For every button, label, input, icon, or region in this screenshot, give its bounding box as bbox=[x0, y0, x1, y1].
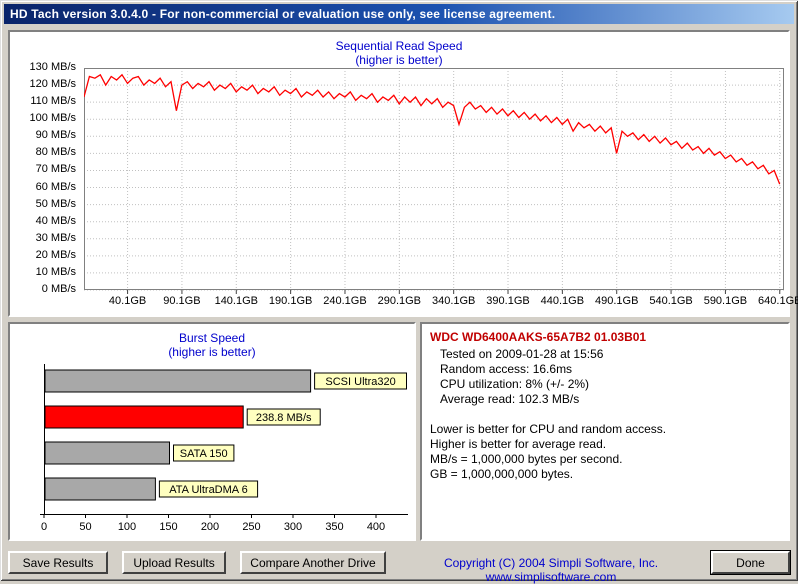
burst-chart-title: Burst Speed bbox=[10, 331, 414, 345]
titlebar[interactable]: HD Tach version 3.0.4.0 - For non-commer… bbox=[4, 4, 794, 24]
svg-text:0: 0 bbox=[41, 521, 47, 533]
seq-x-tick-label: 590.1GB bbox=[704, 295, 747, 307]
seq-y-tick-label: 90 MB/s bbox=[12, 129, 76, 141]
drive-info-panel: WDC WD6400AAKS-65A7B2 01.03B01 Tested on… bbox=[420, 322, 790, 541]
hd-tach-window: HD Tach version 3.0.4.0 - For non-commer… bbox=[0, 0, 798, 581]
drive-detail-line: Tested on 2009-01-28 at 15:56 bbox=[430, 347, 780, 362]
seq-y-tick-label: 50 MB/s bbox=[12, 198, 76, 210]
seq-x-tick-label: 190.1GB bbox=[269, 295, 312, 307]
svg-text:238.8 MB/s: 238.8 MB/s bbox=[256, 412, 312, 424]
seq-y-tick-label: 20 MB/s bbox=[12, 249, 76, 261]
seq-x-tick-label: 340.1GB bbox=[432, 295, 475, 307]
window-title: HD Tach version 3.0.4.0 - For non-commer… bbox=[10, 7, 555, 21]
svg-text:SATA 150: SATA 150 bbox=[180, 448, 228, 460]
svg-text:250: 250 bbox=[242, 521, 260, 533]
burst-speed-panel: Burst Speed (higher is better) 0 50 100 150… bbox=[8, 322, 416, 541]
seq-x-tick-label: 540.1GB bbox=[649, 295, 692, 307]
svg-text:150: 150 bbox=[159, 521, 177, 533]
drive-detail-line: CPU utilization: 8% (+/- 2%) bbox=[430, 377, 780, 392]
seq-x-tick-label: 90.1GB bbox=[163, 295, 200, 307]
svg-text:400: 400 bbox=[367, 521, 385, 533]
svg-text:300: 300 bbox=[284, 521, 302, 533]
compare-drive-button[interactable]: Compare Another Drive bbox=[240, 551, 386, 574]
seq-y-tick-label: 80 MB/s bbox=[12, 146, 76, 158]
sequential-x-axis: 40.1GB 90.1GB 140.1GB 190.1GB 240.1GB 290.1GB… bbox=[84, 295, 784, 309]
seq-y-tick-label: 130 MB/s bbox=[12, 61, 76, 73]
seq-x-tick-label: 640.1GB bbox=[758, 295, 798, 307]
seq-x-tick-label: 390.1GB bbox=[486, 295, 529, 307]
drive-model-text: WDC WD6400AAKS-65A7B2 01.03B01 bbox=[430, 330, 780, 344]
drive-detail-line: Random access: 16.6ms bbox=[430, 362, 780, 377]
seq-x-tick-label: 40.1GB bbox=[109, 295, 146, 307]
sequential-chart-title: Sequential Read Speed bbox=[10, 39, 788, 53]
seq-y-tick-label: 40 MB/s bbox=[12, 215, 76, 227]
seq-y-tick-label: 0 MB/s bbox=[12, 283, 76, 295]
upload-results-button[interactable]: Upload Results bbox=[122, 551, 226, 574]
done-button[interactable]: Done bbox=[711, 551, 790, 574]
seq-y-tick-label: 70 MB/s bbox=[12, 163, 76, 175]
seq-x-tick-label: 140.1GB bbox=[215, 295, 258, 307]
info-note-line: Lower is better for CPU and random acces… bbox=[430, 422, 780, 437]
svg-text:SCSI Ultra320: SCSI Ultra320 bbox=[325, 376, 395, 388]
info-note-line: MB/s = 1,000,000 bytes per second. bbox=[430, 452, 780, 467]
burst-speed-chart: 0 50 100 150 200 250 300 350 400 SCSI Ultra320 238… bbox=[14, 362, 414, 538]
drive-detail-line: Average read: 102.3 MB/s bbox=[430, 392, 780, 407]
sequential-y-axis: 0 MB/s 10 MB/s 20 MB/s 30 MB/s 40 MB/s 50 MB/… bbox=[12, 68, 78, 298]
seq-y-tick-label: 100 MB/s bbox=[12, 112, 76, 124]
seq-x-tick-label: 290.1GB bbox=[378, 295, 421, 307]
seq-x-tick-label: 490.1GB bbox=[595, 295, 638, 307]
seq-y-tick-label: 10 MB/s bbox=[12, 266, 76, 278]
seq-x-tick-label: 440.1GB bbox=[541, 295, 584, 307]
svg-text:200: 200 bbox=[201, 521, 219, 533]
seq-y-tick-label: 120 MB/s bbox=[12, 78, 76, 90]
sequential-read-chart bbox=[84, 68, 784, 298]
save-results-button[interactable]: Save Results bbox=[8, 551, 108, 574]
info-note-line: Higher is better for average read. bbox=[430, 437, 780, 452]
copyright-text: Copyright (C) 2004 Simpli Software, Inc.… bbox=[398, 556, 704, 584]
svg-text:ATA UltraDMA 6: ATA UltraDMA 6 bbox=[169, 484, 247, 496]
svg-text:350: 350 bbox=[325, 521, 343, 533]
drive-details: Tested on 2009-01-28 at 15:56Random acce… bbox=[430, 347, 780, 407]
burst-chart-subtitle: (higher is better) bbox=[10, 345, 414, 359]
seq-y-tick-label: 110 MB/s bbox=[12, 95, 76, 107]
seq-x-tick-label: 240.1GB bbox=[323, 295, 366, 307]
info-spacer bbox=[430, 407, 780, 422]
seq-y-tick-label: 30 MB/s bbox=[12, 232, 76, 244]
seq-y-tick-label: 60 MB/s bbox=[12, 181, 76, 193]
sequential-read-panel: Sequential Read Speed (higher is better)… bbox=[8, 30, 790, 317]
sequential-chart-subtitle: (higher is better) bbox=[10, 53, 788, 67]
svg-text:50: 50 bbox=[79, 521, 91, 533]
info-notes: Lower is better for CPU and random acces… bbox=[430, 422, 780, 482]
info-note-line: GB = 1,000,000,000 bytes. bbox=[430, 467, 780, 482]
svg-text:100: 100 bbox=[118, 521, 136, 533]
